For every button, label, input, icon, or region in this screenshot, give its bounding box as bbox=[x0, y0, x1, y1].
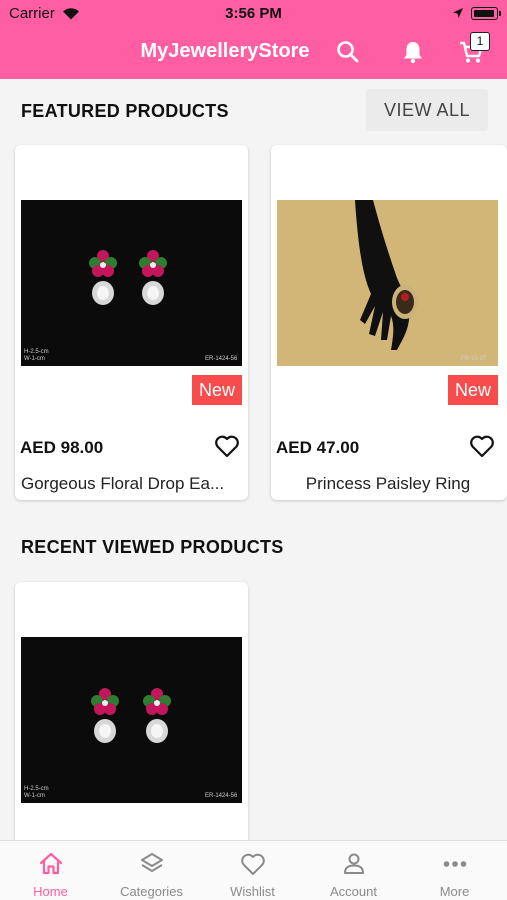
heart-icon bbox=[241, 853, 265, 875]
product-price: AED 98.00 bbox=[20, 438, 104, 457]
product-name: Princess Paisley Ring bbox=[305, 474, 471, 493]
product-image bbox=[21, 200, 242, 366]
new-badge: New bbox=[192, 375, 242, 405]
new-badge: New bbox=[448, 375, 498, 405]
image-caption: H-2.5-cm bbox=[24, 349, 49, 355]
image-caption: H-2.5-cm bbox=[24, 786, 49, 792]
layers-icon bbox=[141, 853, 163, 872]
search-icon[interactable] bbox=[335, 39, 361, 65]
wishlist-heart-icon[interactable] bbox=[469, 434, 495, 458]
home-icon bbox=[39, 852, 63, 875]
image-caption: W-1-cm bbox=[24, 356, 45, 362]
bottom-tab-bar: Home Categories Wishlist Account More bbox=[0, 840, 507, 900]
image-caption: FR-15-27 bbox=[461, 356, 487, 362]
tab-label: More bbox=[439, 884, 470, 899]
location-arrow-icon bbox=[453, 8, 463, 18]
image-caption: ER-1424-56 bbox=[205, 793, 238, 799]
product-image bbox=[21, 637, 242, 803]
tab-wishlist[interactable]: Wishlist bbox=[202, 841, 303, 900]
tab-label: Categories bbox=[120, 884, 183, 899]
person-icon bbox=[344, 853, 364, 874]
product-card[interactable]: FR-15-27 New AED 47.00 Princess Paisley … bbox=[271, 145, 507, 500]
battery-icon bbox=[471, 7, 501, 20]
tab-label: Home bbox=[33, 884, 68, 899]
product-name: Gorgeous Floral Drop Ea... bbox=[21, 474, 225, 493]
tab-home[interactable]: Home bbox=[0, 841, 101, 900]
tab-account[interactable]: Account bbox=[303, 841, 404, 900]
tab-more[interactable]: More bbox=[404, 841, 505, 900]
product-card[interactable]: H-2.5-cm W-1-cm ER-1424-56 New AED 98.00… bbox=[15, 145, 248, 500]
image-caption: W-1-cm bbox=[24, 793, 45, 799]
recent-product-card[interactable]: H-2.5-cm W-1-cm ER-1424-56 bbox=[15, 582, 248, 852]
tab-label: Account bbox=[330, 884, 377, 899]
image-caption: ER-1424-56 bbox=[205, 356, 238, 362]
app-header: Carrier 3:56 PM MyJewelleryStore 1 bbox=[0, 0, 507, 79]
view-all-button[interactable]: VIEW ALL bbox=[366, 89, 488, 131]
product-image bbox=[277, 200, 498, 366]
app-title: MyJewelleryStore bbox=[140, 40, 310, 62]
status-bar: Carrier 3:56 PM bbox=[0, 0, 507, 28]
cart-count-badge: 1 bbox=[470, 32, 490, 51]
tab-categories[interactable]: Categories bbox=[101, 841, 202, 900]
bell-icon[interactable] bbox=[400, 39, 426, 65]
product-price: AED 47.00 bbox=[276, 438, 360, 457]
tab-label: Wishlist bbox=[230, 884, 275, 899]
wishlist-heart-icon[interactable] bbox=[214, 434, 240, 458]
recent-section-title: RECENT VIEWED PRODUCTS bbox=[21, 537, 284, 557]
status-time: 3:56 PM bbox=[225, 5, 282, 22]
featured-section-title: FEATURED PRODUCTS bbox=[21, 101, 229, 121]
more-icon bbox=[443, 861, 467, 867]
